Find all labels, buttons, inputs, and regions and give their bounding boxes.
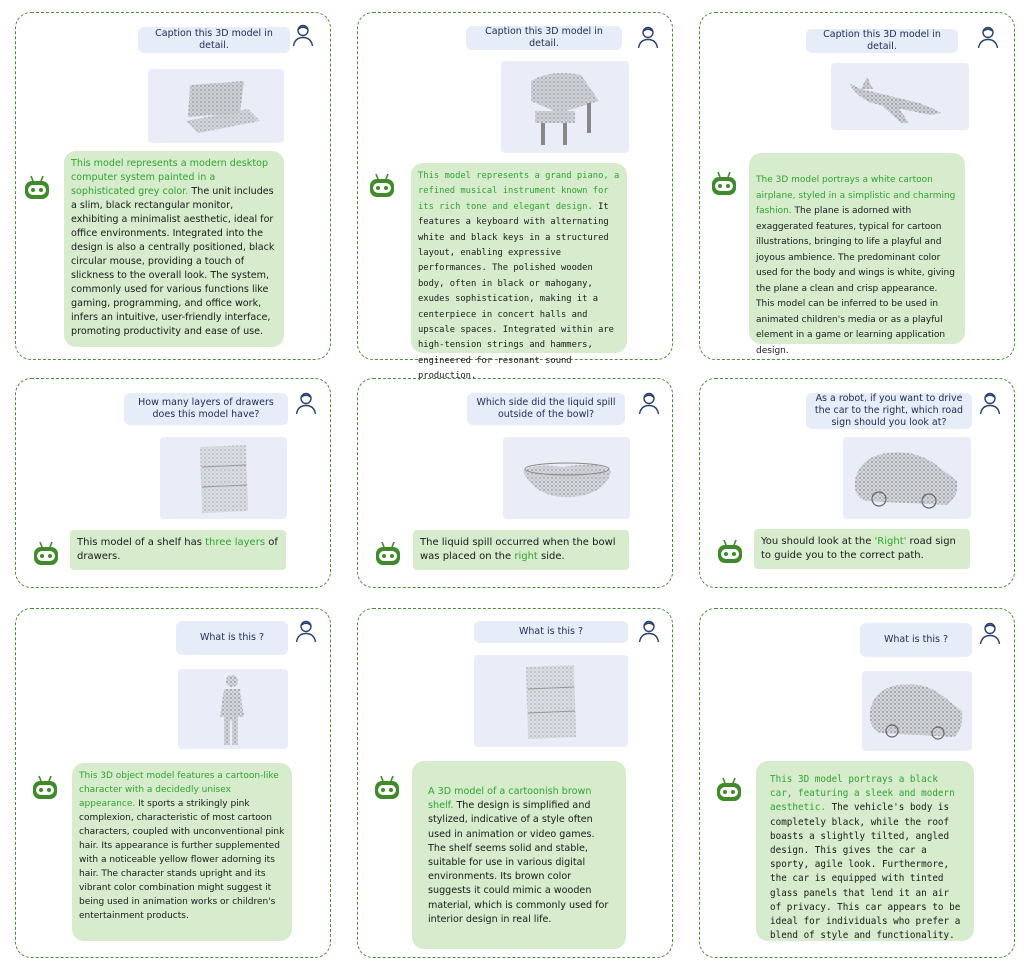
question-bubble: What is this ?	[860, 623, 972, 657]
answer-bubble: This 3D model portrays a black car, feat…	[756, 761, 974, 941]
panel-brown-shelf: What is this ? A 3D model of a cartoonis…	[357, 608, 673, 958]
answer-bubble: This model represents a modern desktop c…	[64, 151, 284, 347]
answer-text: The plane is adorned with exaggerated fe…	[756, 206, 955, 356]
user-icon	[294, 619, 318, 643]
question-bubble: Caption this 3D model in detail.	[806, 29, 958, 53]
answer-bubble: The liquid spill occurred when the bowl …	[413, 530, 629, 570]
user-icon	[637, 619, 661, 643]
question-bubble: Caption this 3D model in detail.	[466, 26, 622, 50]
model-thumbnail-piano	[501, 61, 629, 153]
robot-icon	[22, 173, 52, 203]
answer-text: You should look at the	[761, 536, 875, 547]
user-icon	[291, 23, 315, 47]
model-thumbnail-bowl	[503, 437, 630, 519]
user-icon	[637, 391, 661, 415]
panel-piano: Caption this 3D model in detail. This mo…	[357, 12, 673, 381]
panel-computer: Caption this 3D model in detail. This mo…	[15, 12, 331, 360]
user-icon	[976, 25, 1000, 49]
model-thumbnail-airplane	[831, 63, 969, 130]
answer-highlight: This model represents a grand piano, a r…	[418, 171, 620, 212]
user-icon	[294, 391, 318, 415]
answer-text: The vehicle's body is completely black, …	[770, 802, 961, 942]
robot-icon	[372, 773, 402, 803]
model-thumbnail-shelf	[474, 655, 628, 747]
answer-highlight: 'Right'	[874, 536, 907, 547]
user-icon	[636, 25, 660, 49]
robot-icon	[709, 169, 739, 199]
model-thumbnail-character	[178, 669, 288, 749]
answer-text-end: side.	[537, 551, 565, 562]
answer-bubble: This 3D object model features a cartoon-…	[72, 763, 292, 941]
user-icon	[978, 621, 1002, 645]
answer-bubble: You should look at the 'Right' road sign…	[754, 529, 970, 569]
model-thumbnail-computer	[148, 69, 284, 143]
answer-highlight: three layers	[205, 537, 266, 548]
robot-icon	[367, 171, 397, 201]
answer-text: The unit includes a slim, black rectangu…	[71, 186, 275, 337]
question-bubble: As a robot, if you want to drive the car…	[806, 393, 972, 429]
question-bubble: What is this ?	[176, 621, 288, 655]
panel-character: What is this ? This 3D object model feat…	[15, 608, 331, 958]
question-bubble: What is this ?	[474, 621, 628, 643]
question-bubble: How many layers of drawers does this mod…	[124, 393, 288, 425]
answer-text: It features a keyboard with alternating …	[418, 201, 614, 382]
panel-airplane: Caption this 3D model in detail. The 3D …	[699, 12, 1015, 360]
model-thumbnail-car	[843, 437, 971, 519]
robot-icon	[30, 773, 60, 803]
answer-bubble: This model of a shelf has three layers o…	[70, 530, 286, 570]
answer-text: It sports a strikingly pink complexion, …	[79, 799, 285, 921]
robot-icon	[373, 539, 403, 569]
answer-text: This model of a shelf has	[77, 537, 206, 548]
answer-bubble: This model represents a grand piano, a r…	[411, 163, 627, 381]
answer-bubble: The 3D model portrays a white cartoon ai…	[749, 153, 965, 356]
robot-icon	[31, 539, 61, 569]
answer-text: The design is simplified and stylized, i…	[428, 800, 609, 925]
panel-bowl: Which side did the liquid spill outside …	[357, 378, 673, 588]
robot-icon	[714, 775, 744, 805]
question-bubble: Which side did the liquid spill outside …	[467, 393, 625, 425]
model-thumbnail-car	[862, 671, 972, 751]
question-bubble: Caption this 3D model in detail.	[138, 27, 290, 53]
model-thumbnail-shelf	[160, 437, 287, 519]
panel-black-car: What is this ? This 3D model portrays a …	[699, 608, 1015, 958]
panel-car-sign: As a robot, if you want to drive the car…	[699, 378, 1015, 588]
answer-highlight: right	[514, 551, 538, 562]
robot-icon	[715, 537, 745, 567]
answer-bubble: A 3D model of a cartoonish brown shelf. …	[412, 761, 626, 949]
user-icon	[978, 391, 1002, 415]
panel-shelf-drawers: How many layers of drawers does this mod…	[15, 378, 331, 588]
